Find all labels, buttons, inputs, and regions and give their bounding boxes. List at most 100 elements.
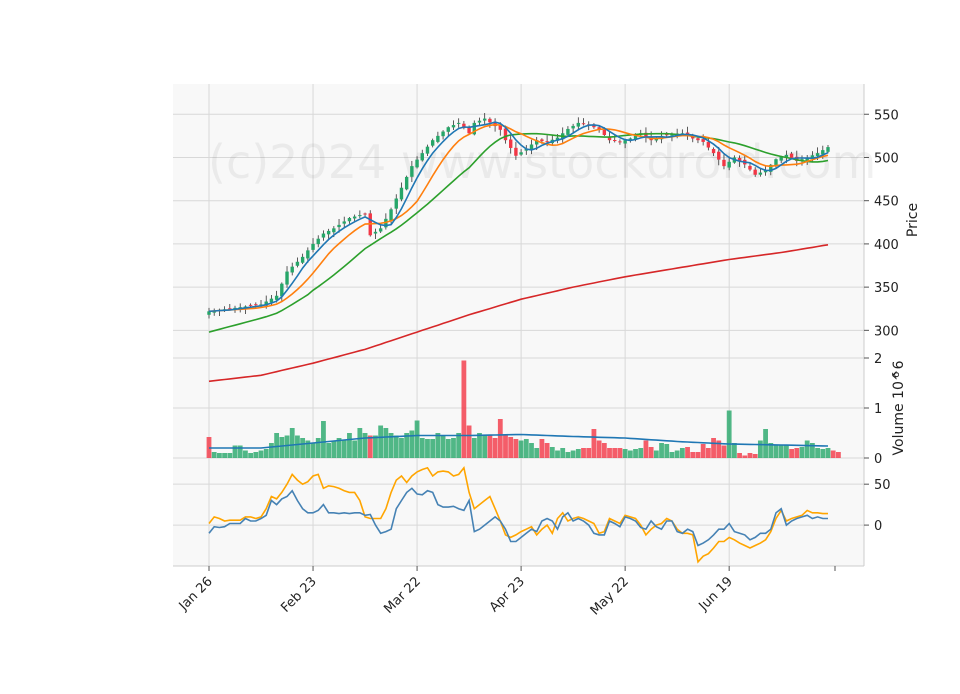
volume-bar [586,448,592,458]
stock-chart: (c)2024 www.stockdroid.com 300 350 400 450 5… [0,0,960,690]
volume-bar [742,455,748,458]
volume-bar [243,450,248,458]
volume-bar [425,439,430,458]
volume-bar [274,433,280,458]
volume-bar [549,447,555,458]
volume-bar [357,428,363,458]
volume-bar [836,452,841,458]
candle-body [285,271,289,285]
x-tick-label: Jun 19 [696,574,736,614]
candle-body [306,250,310,259]
volume-bar [627,450,633,458]
oscillator-tick-label: 50 [874,478,891,493]
candle-body [503,128,508,141]
candle-body [321,233,326,238]
candle-body [508,139,513,148]
volume-bar [617,448,623,458]
candle-body [628,138,633,140]
volume-bar [596,440,602,458]
volume-bar [253,452,259,458]
volume-bar [830,450,836,458]
volume-bar [513,439,519,458]
volume-bar [820,449,826,458]
volume-bar [607,448,612,458]
candle-body [774,159,778,165]
candle-body [696,138,700,141]
oscillator-tick-label: 0 [874,519,882,534]
volume-bar [581,448,586,458]
candle-body [347,217,352,222]
volume-bar [487,435,493,458]
candle-body [290,266,294,273]
candle-body [441,131,445,137]
price-tick-label: 350 [874,281,899,296]
volume-bar [648,447,654,458]
volume-bar [763,429,768,458]
volume-bar [638,448,644,458]
candle-body [514,147,518,156]
volume-bar [409,430,415,458]
volume-bar [555,450,560,458]
x-tick-label: May 22 [588,574,632,618]
candle-body [300,256,305,263]
candle-body [451,125,456,128]
price-tick-label: 500 [874,151,899,166]
candle-body [326,230,331,235]
candle-body [753,169,757,175]
volume-tick-label: 2 [874,352,882,367]
volume-bar [778,445,784,458]
chart-svg: (c)2024 www.stockdroid.com 3003504004505… [173,84,921,618]
volume-bar [466,425,472,458]
volume-bar [367,435,373,458]
volume-bar [263,449,269,458]
volume-bar [393,435,399,458]
candle-body [545,141,549,143]
candle-body [342,221,346,224]
candle-body [436,135,440,142]
volume-bar [565,452,571,458]
volume-bar [705,448,711,458]
volume-bar [799,447,805,458]
volume-bar [825,448,831,458]
x-tick-label: Mar 22 [381,574,424,617]
volume-bar [310,443,316,458]
volume-bar [435,433,441,458]
candle-body [706,141,711,148]
volume-bar [653,450,659,458]
volume-bar [612,448,618,458]
volume-tick-label: 1 [874,402,882,417]
price-panel-bg [173,84,864,358]
volume-bar [783,445,789,458]
volume-bar [399,438,404,458]
volume-bar [503,435,508,458]
candle-body [576,122,581,127]
volume-bar [664,444,670,458]
volume-bar [544,443,550,458]
volume-bar [321,421,326,458]
volume-bar [279,437,285,458]
candle-body [540,139,544,142]
volume-bar [529,443,534,458]
volume-bar [258,450,264,458]
volume-bar [591,429,597,458]
candle-body [399,187,404,200]
volume-bar [534,448,540,458]
candle-body [748,165,752,170]
volume-bar [690,452,696,458]
volume-bar [737,453,742,458]
volume-bar [731,443,737,458]
candle-body [446,127,450,132]
candle-body [316,238,320,245]
candle-body [394,198,398,209]
volume-bar [451,438,456,458]
candle-body [248,304,253,306]
volume-bar [789,449,794,458]
candle-body [613,139,617,142]
volume-bar [539,439,545,458]
volume-bar [284,435,290,458]
candle-body [373,231,378,234]
candle-body [602,129,607,135]
candle-body [482,118,487,121]
candle-body [722,159,726,167]
volume-bar [508,437,514,458]
